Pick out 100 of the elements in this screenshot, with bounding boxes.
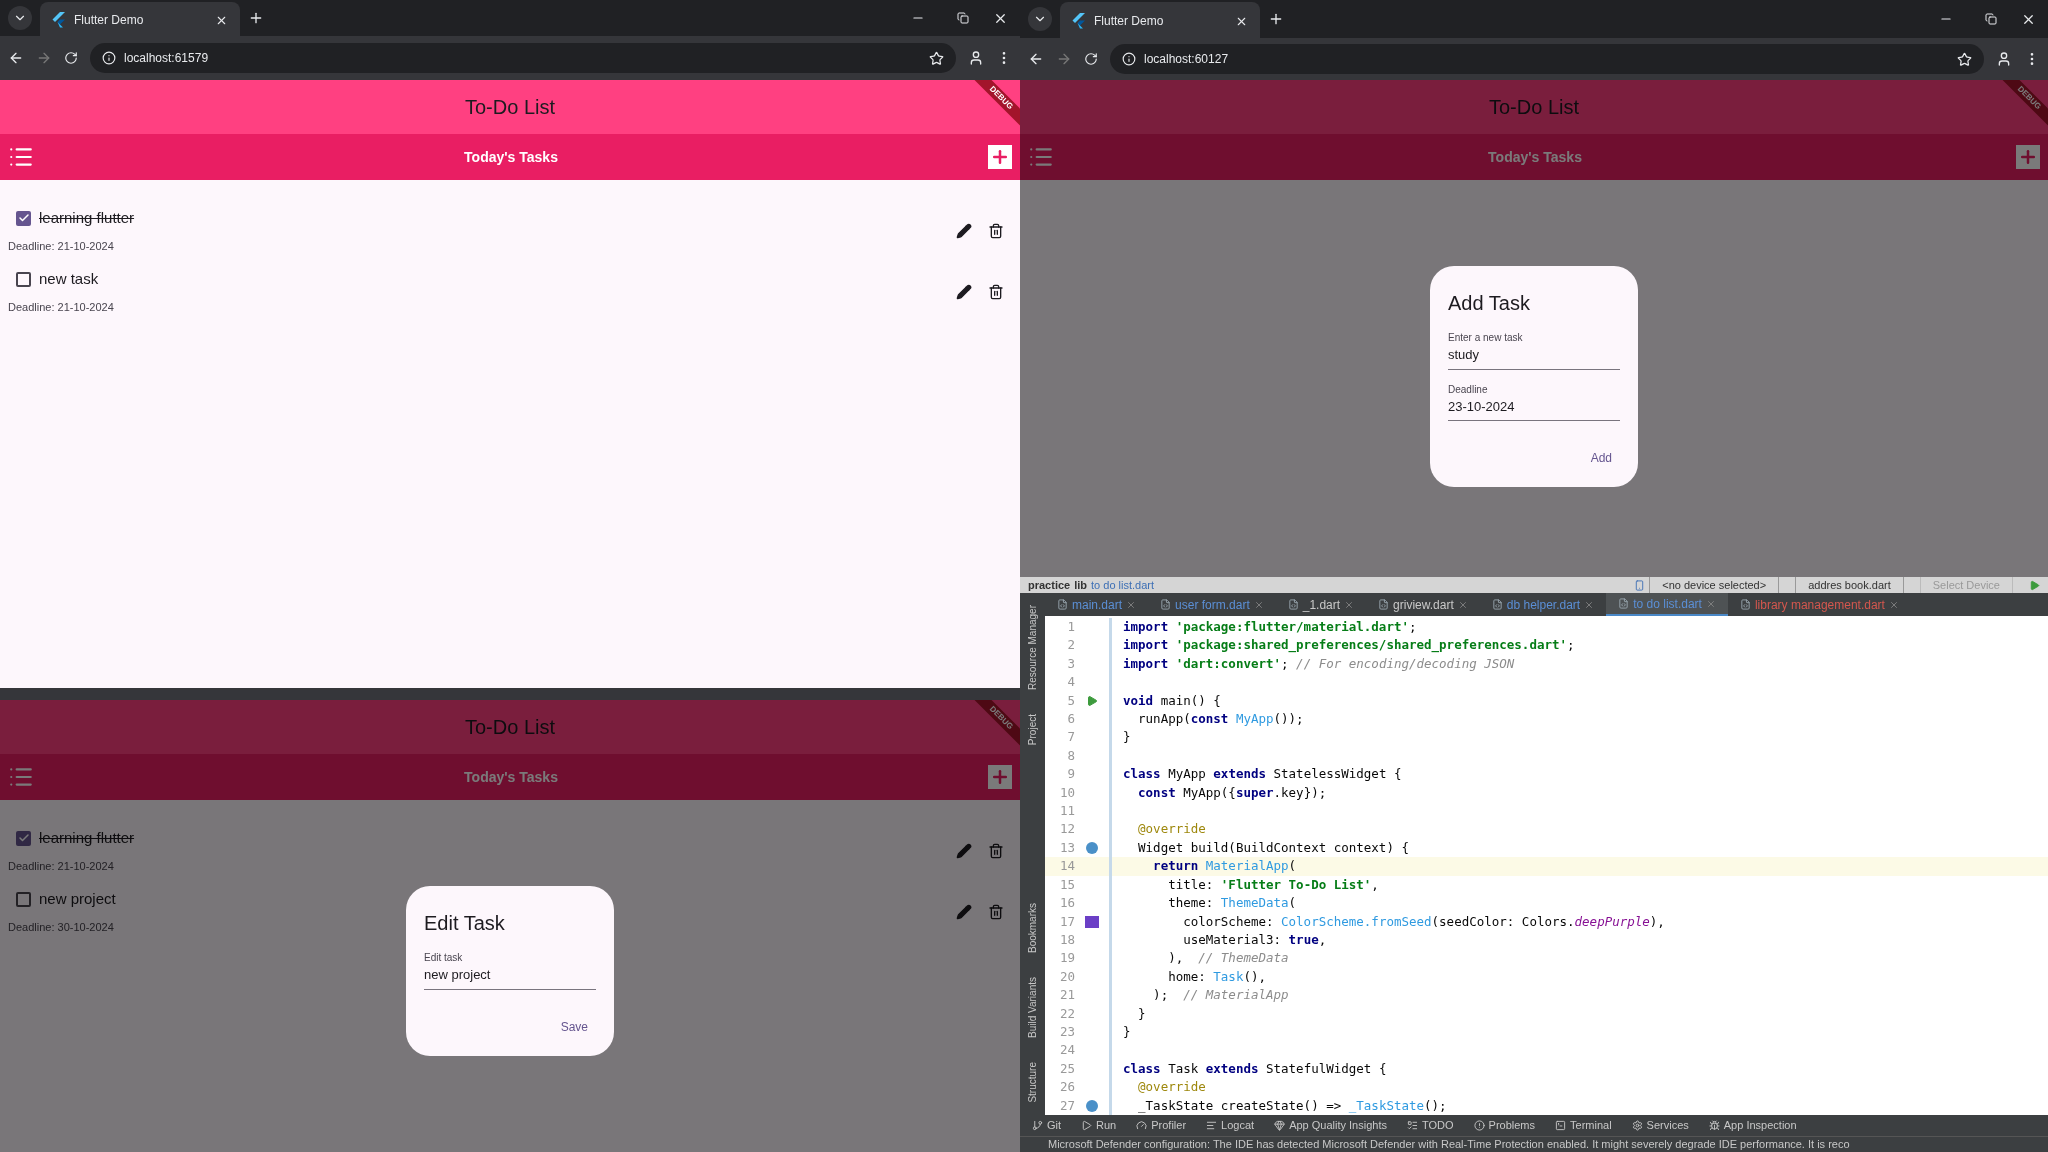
line-number: 18 (1058, 930, 1075, 949)
tool-window-button[interactable]: Run (1081, 1117, 1117, 1134)
text-field[interactable]: Edit task new project (424, 950, 596, 990)
line-number: 7 (1066, 728, 1075, 747)
add-task-button[interactable] (2016, 145, 2040, 169)
field-value: new project (424, 966, 492, 984)
plus-icon (990, 147, 1010, 167)
restore-icon[interactable] (1985, 13, 1997, 25)
profile-icon[interactable] (968, 50, 984, 66)
profile-icon[interactable] (1996, 51, 2012, 67)
code-line: home: Task(), (1167, 967, 1266, 986)
dialog-action-button[interactable]: Add (1582, 441, 1620, 475)
back-icon[interactable] (1028, 51, 1044, 67)
address-bar[interactable]: localhost:61579 (90, 43, 956, 73)
task-title: new project (39, 889, 116, 909)
task-checkbox[interactable] (16, 271, 31, 287)
editor-tab[interactable]: griview.dart (1366, 593, 1480, 616)
breadcrumb-item[interactable]: lib (1074, 577, 1088, 593)
line-number: 26 (1058, 1078, 1075, 1097)
dialog-action-button[interactable]: Save (552, 1009, 596, 1044)
override-icon[interactable] (1086, 1099, 1098, 1112)
field-label: Edit task (424, 951, 464, 965)
dialog-title: Edit Task (424, 911, 506, 936)
line-number: 17 (1058, 912, 1075, 931)
task-checkbox[interactable] (16, 830, 31, 846)
line-number: 23 (1058, 1022, 1075, 1041)
back-icon[interactable] (8, 50, 24, 66)
tool-window-button[interactable]: Logcat (1206, 1117, 1255, 1134)
edit-icon[interactable] (956, 283, 972, 300)
reload-icon[interactable] (64, 51, 78, 65)
side-tool-tab[interactable]: Resource Manager (1025, 605, 1040, 691)
forward-icon[interactable] (36, 50, 52, 66)
edit-icon[interactable] (956, 222, 972, 239)
side-tool-tab[interactable]: Bookmarks (1025, 903, 1040, 954)
tool-window-button[interactable]: Git (1032, 1117, 1062, 1134)
tool-window-button[interactable]: App Inspection (1708, 1117, 1797, 1134)
checklist-icon (1406, 1120, 1418, 1131)
color-swatch[interactable] (1085, 915, 1099, 928)
text-field[interactable]: Enter a new task study (1448, 330, 1620, 370)
line-number: 14 (1058, 857, 1075, 876)
tool-window-button[interactable]: App Quality Insights (1274, 1117, 1387, 1134)
bookmark-star-icon[interactable] (929, 50, 944, 66)
code-line: } (1137, 1004, 1146, 1023)
task-deadline: Deadline: 21-10-2024 (8, 858, 114, 874)
breadcrumb-item[interactable]: to do list.dart (1091, 577, 1155, 593)
text-field[interactable]: Deadline 23-10-2024 (1448, 381, 1620, 421)
reload-icon[interactable] (1084, 52, 1098, 66)
tab-search-button[interactable] (1028, 7, 1052, 31)
task-deadline: Deadline: 30-10-2024 (8, 919, 114, 935)
add-task-button[interactable] (988, 145, 1012, 169)
code-line: return MaterialApp( (1152, 857, 1297, 876)
new-tab-icon[interactable] (248, 10, 264, 26)
site-info-icon[interactable] (1122, 52, 1136, 66)
app-title: To-Do List (465, 715, 555, 740)
code-line: useMaterial3: true, (1182, 930, 1327, 949)
delete-icon[interactable] (988, 283, 1004, 300)
tool-window-button[interactable]: Profiler (1136, 1117, 1187, 1134)
task-checkbox[interactable] (16, 210, 31, 226)
device-icon (1634, 579, 1646, 591)
restore-icon[interactable] (957, 12, 969, 24)
status-message: Microsoft Defender configuration: The IDE has detected Microsoft Defender with Real-Time Protection enabled. It might severely degrade IDE performance. It is reco (1047, 1137, 1850, 1152)
tool-window-button[interactable]: Services (1631, 1117, 1689, 1134)
line-number: 24 (1058, 1041, 1075, 1060)
side-tool-tab[interactable]: Structure (1025, 1062, 1040, 1103)
bookmark-star-icon[interactable] (1957, 51, 1972, 67)
task-deadline: Deadline: 21-10-2024 (8, 238, 114, 254)
address-bar[interactable]: localhost:60127 (1110, 44, 1984, 74)
site-info-icon[interactable] (102, 51, 116, 65)
line-number: 9 (1066, 765, 1075, 784)
gem-icon (1274, 1120, 1286, 1131)
side-tool-tab[interactable]: Build Variants (1025, 977, 1040, 1039)
delete-icon[interactable] (988, 222, 1004, 239)
code-line: colorScheme: ColorScheme.fromSeed(seedColor: Colors.deepPurple), (1182, 912, 1665, 931)
code-line: import 'package:shared_preferences/shared_preferences.dart'; (1123, 636, 1575, 655)
code-line: class MyApp extends StatelessWidget { (1123, 765, 1402, 784)
override-icon[interactable] (1086, 842, 1098, 855)
run-icon[interactable] (1086, 694, 1098, 707)
task-title: new task (39, 269, 99, 289)
side-tool-tab[interactable]: Project (1025, 714, 1040, 746)
task-checkbox[interactable] (16, 891, 31, 907)
tab-search-button[interactable] (8, 6, 32, 30)
browser-tab[interactable]: Flutter Demo (1060, 2, 1260, 40)
breadcrumb-item[interactable]: practice (1028, 577, 1071, 593)
add-task-button[interactable] (988, 765, 1012, 789)
new-tab-icon[interactable] (1268, 11, 1284, 27)
file-icon (1378, 599, 1390, 610)
file-icon (1160, 599, 1172, 610)
editor-tab[interactable]: _1.dart (1275, 593, 1367, 616)
field-label: Enter a new task (1448, 331, 1524, 345)
tool-window-button[interactable]: TODO (1406, 1117, 1454, 1134)
code-line: class Task extends StatefulWidget { (1123, 1059, 1387, 1078)
tool-window-button[interactable]: Terminal (1555, 1117, 1612, 1134)
code-line: runApp(const MyApp()); (1137, 710, 1304, 729)
forward-icon[interactable] (1056, 51, 1072, 67)
branch-icon (1032, 1120, 1043, 1131)
gauge-icon (1136, 1120, 1148, 1131)
file-icon (1618, 598, 1630, 609)
tool-window-button[interactable]: Problems (1473, 1117, 1535, 1134)
dialog-title: Add Task (1448, 291, 1531, 316)
browser-tab[interactable]: Flutter Demo (40, 2, 240, 38)
